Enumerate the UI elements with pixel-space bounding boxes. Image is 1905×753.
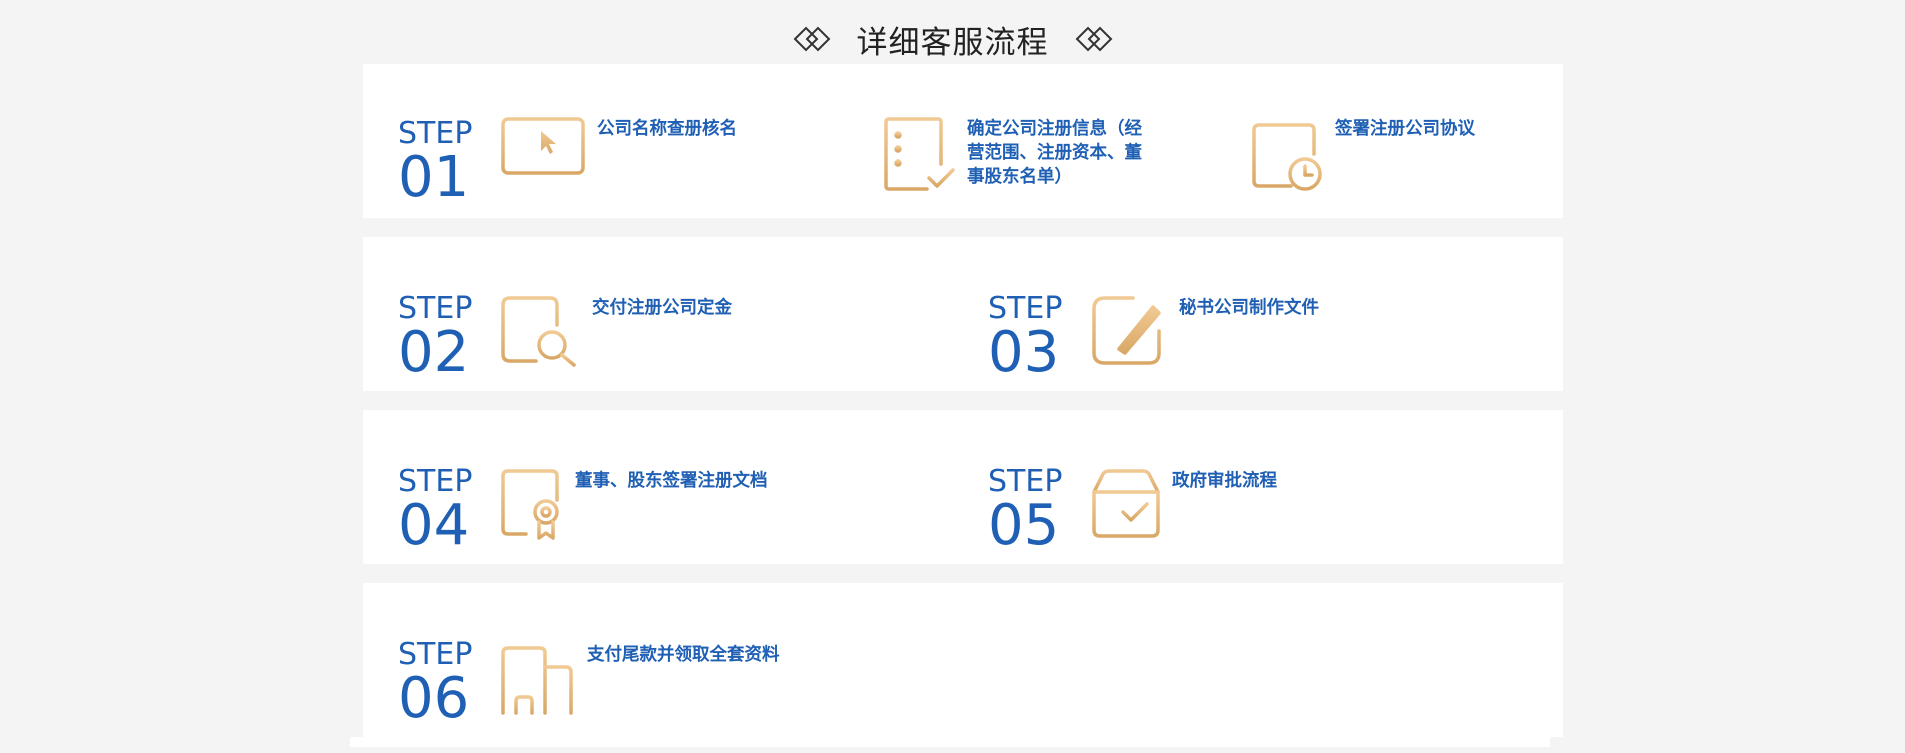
document-search-icon: [500, 295, 580, 367]
section-header: 详细客服流程: [0, 16, 1905, 62]
process-row-2: STEP 02 交付注册公司定金 STEP 03 秘书公司制作文件: [363, 237, 1563, 391]
step-number: 04: [398, 493, 469, 558]
step-badge-04: STEP 04: [397, 462, 477, 558]
step-number: 02: [398, 320, 469, 385]
step-number: 01: [398, 145, 469, 210]
step-label: 秘书公司制作文件: [1179, 298, 1319, 318]
step-label: 公司名称查册核名: [597, 119, 737, 139]
edit-document-icon: [1091, 295, 1165, 367]
step-badge-02: STEP 02: [397, 289, 477, 385]
step-label: 签署注册公司协议: [1335, 119, 1475, 139]
page-title: 详细客服流程: [856, 24, 1049, 61]
monitor-icon: [500, 116, 586, 192]
step-label: 交付注册公司定金: [592, 298, 732, 318]
process-row-1: STEP 01 公司名称查册核名 确定公司注册信息（经营范围、注册资本、董事股东…: [363, 64, 1563, 218]
process-row-3: STEP 04 董事、股东签署注册文档 STEP 05 政府审批流程: [363, 410, 1563, 564]
diamond-ornament-icon: [793, 26, 830, 52]
buildings-icon: [500, 645, 576, 717]
diamond-ornament-icon: [1075, 26, 1112, 52]
checklist-icon: [883, 116, 957, 192]
step-number: 06: [398, 666, 469, 731]
step-label: 支付尾款并领取全套资料: [587, 645, 780, 665]
step-number: 05: [988, 493, 1059, 558]
step-badge-03: STEP 03: [987, 289, 1067, 385]
approved-box-icon: [1091, 468, 1163, 540]
step-number: 03: [988, 320, 1059, 385]
step-label: 政府审批流程: [1172, 471, 1277, 491]
calendar-clock-icon: [1251, 116, 1325, 192]
step-badge-06: STEP 06: [397, 635, 477, 731]
step-badge-05: STEP 05: [987, 462, 1067, 558]
process-row-4: STEP 06 支付尾款并领取全套资料: [363, 583, 1563, 737]
footer-strip: [350, 737, 1550, 747]
certificate-icon: [500, 468, 566, 542]
step-badge-01: STEP 01: [397, 114, 477, 210]
step-label: 确定公司注册信息（经营范围、注册资本、董事股东名单）: [967, 119, 1142, 187]
step-label: 董事、股东签署注册文档: [575, 471, 768, 491]
